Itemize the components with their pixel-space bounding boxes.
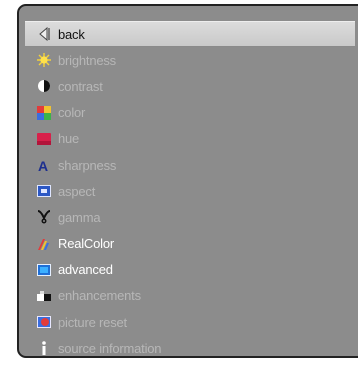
sun-icon	[37, 53, 51, 68]
menu-item-realcolor[interactable]: RealColor	[25, 231, 355, 257]
realcolor-icon	[37, 237, 51, 251]
gamma-icon	[37, 210, 51, 224]
menu-item-source-information[interactable]: source information	[25, 335, 355, 356]
menu-item-gamma[interactable]: gamma	[25, 204, 355, 230]
svg-text:A: A	[38, 158, 48, 172]
menu-item-label: back	[58, 26, 85, 42]
menu-item-aspect[interactable]: aspect	[25, 178, 355, 204]
picture-menu: back brightness contrast color hue A sha…	[25, 21, 355, 356]
menu-item-label: aspect	[58, 183, 96, 199]
back-arrow-icon	[37, 27, 51, 42]
menu-item-label: enhancements	[58, 288, 141, 304]
menu-item-picture-reset[interactable]: picture reset	[25, 309, 355, 335]
menu-item-sharpness[interactable]: A sharpness	[25, 152, 355, 178]
sharpness-icon: A	[37, 158, 51, 172]
contrast-icon	[37, 79, 51, 93]
menu-item-label: hue	[58, 131, 80, 147]
menu-item-label: brightness	[58, 52, 116, 68]
menu-item-color[interactable]: color	[25, 100, 355, 126]
picture-reset-icon	[37, 315, 51, 329]
menu-item-enhancements[interactable]: enhancements	[25, 283, 355, 309]
menu-item-label: sharpness	[58, 157, 117, 173]
menu-item-label: RealColor	[58, 236, 115, 252]
menu-item-label: advanced	[58, 262, 113, 278]
menu-item-label: picture reset	[58, 314, 127, 330]
menu-item-hue[interactable]: hue	[25, 126, 355, 152]
menu-item-contrast[interactable]: contrast	[25, 73, 355, 99]
hue-icon	[37, 132, 51, 146]
enhancements-icon	[37, 289, 51, 303]
menu-item-back[interactable]: back	[25, 21, 355, 48]
advanced-icon	[37, 263, 51, 277]
menu-item-advanced[interactable]: advanced	[25, 257, 355, 283]
menu-item-label: color	[58, 105, 86, 121]
info-icon	[37, 341, 51, 356]
osd-menu-panel: back brightness contrast color hue A sha…	[17, 4, 358, 358]
aspect-icon	[37, 184, 51, 198]
menu-item-label: source information	[58, 340, 162, 356]
color-icon	[37, 105, 51, 120]
menu-item-label: gamma	[58, 209, 101, 225]
menu-item-brightness[interactable]: brightness	[25, 47, 355, 73]
menu-item-label: contrast	[58, 78, 103, 94]
